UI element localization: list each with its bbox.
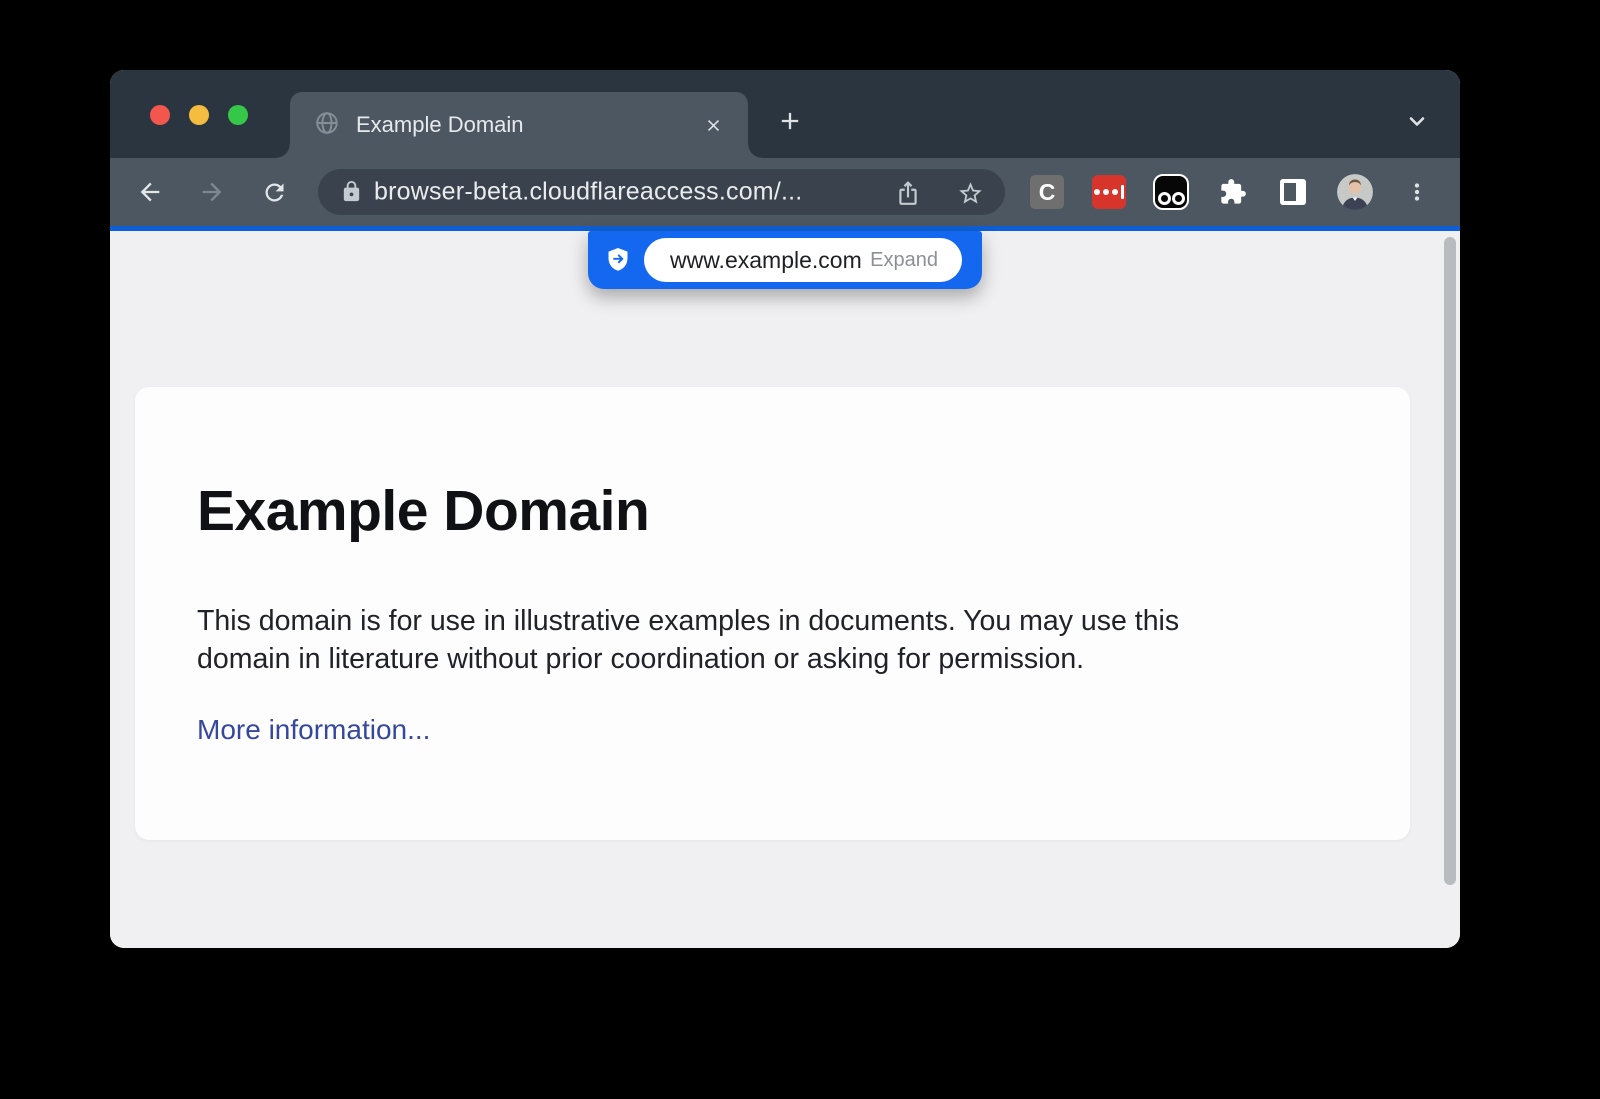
menu-kebab-icon [1404, 179, 1430, 205]
new-tab-button[interactable] [770, 101, 810, 141]
extensions-menu-button[interactable] [1215, 174, 1251, 210]
extension-c-label: C [1039, 179, 1056, 206]
content-card: Example Domain This domain is for use in… [135, 387, 1410, 840]
tab-example-domain[interactable]: Example Domain [290, 92, 748, 158]
side-panel-button[interactable] [1275, 174, 1311, 210]
isolated-hostname-pill[interactable]: www.example.com Expand [644, 238, 962, 282]
share-icon [895, 180, 921, 206]
page-viewport: www.example.com Expand Example Domain Th… [110, 231, 1460, 948]
reload-button[interactable] [256, 174, 292, 210]
back-icon [136, 178, 164, 206]
tab-close-icon[interactable] [698, 110, 728, 140]
extension-c-icon[interactable]: C [1030, 175, 1064, 209]
tab-search-chevron-icon [1405, 109, 1429, 133]
body-line-1: This domain is for use in illustrative e… [197, 602, 1348, 640]
body-line-2: domain in literature without prior coord… [197, 640, 1348, 678]
extensions-puzzle-icon [1219, 178, 1247, 206]
goggles-extension-icon[interactable] [1153, 174, 1189, 210]
side-panel-icon [1278, 177, 1308, 207]
shield-arrow-icon [604, 246, 632, 279]
vertical-scrollbar[interactable] [1444, 237, 1456, 885]
browser-window: Example Domain [110, 70, 1460, 948]
minimize-window-button[interactable] [189, 105, 209, 125]
tab-search-button[interactable] [1397, 101, 1437, 141]
share-button[interactable] [890, 178, 926, 208]
globe-favicon-icon [314, 110, 340, 141]
toolbar: browser-beta.cloudflareaccess.com/... C [110, 158, 1460, 226]
url-text[interactable]: browser-beta.cloudflareaccess.com/... [374, 178, 802, 207]
isolated-hostname: www.example.com [670, 247, 862, 274]
isolation-banner[interactable]: www.example.com Expand [588, 231, 982, 289]
more-information-link[interactable]: More information... [197, 714, 430, 746]
back-button[interactable] [132, 174, 168, 210]
close-window-button[interactable] [150, 105, 170, 125]
expand-button[interactable]: Expand [870, 249, 938, 272]
address-bar[interactable]: browser-beta.cloudflareaccess.com/... [318, 169, 1005, 215]
page-title: Example Domain [197, 483, 1410, 540]
body-text: This domain is for use in illustrative e… [197, 602, 1348, 678]
bookmark-button[interactable] [952, 178, 988, 208]
forward-button[interactable] [194, 174, 230, 210]
forward-icon [198, 178, 226, 206]
profile-avatar[interactable] [1337, 174, 1373, 210]
browser-menu-button[interactable] [1399, 174, 1435, 210]
bookmark-star-icon [957, 180, 984, 207]
lock-icon[interactable] [340, 180, 363, 208]
lastpass-extension-icon[interactable] [1092, 175, 1126, 209]
zoom-window-button[interactable] [228, 105, 248, 125]
traffic-lights [150, 105, 248, 125]
new-tab-icon [776, 107, 804, 135]
tab-strip: Example Domain [110, 70, 1460, 158]
reload-icon [261, 179, 288, 206]
tab-title: Example Domain [356, 112, 524, 138]
